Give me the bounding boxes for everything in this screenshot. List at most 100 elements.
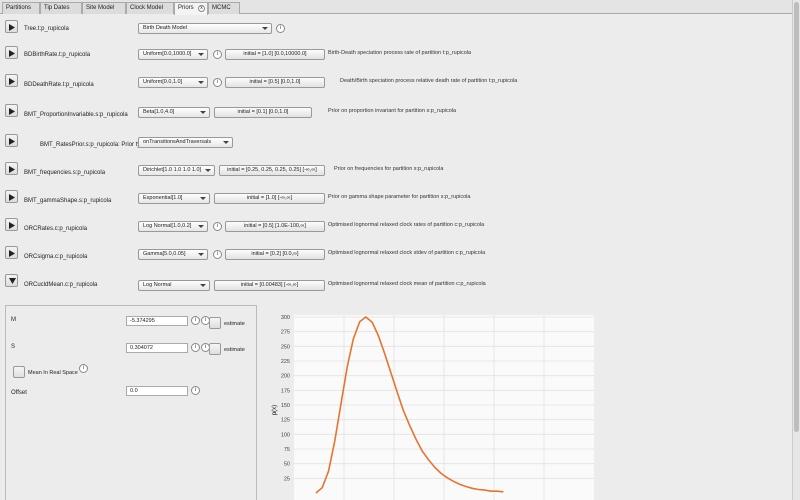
mean-in-real-space-label: Mean In Real Space	[28, 370, 78, 376]
tab-clock-model[interactable]: Clock Model	[126, 2, 174, 14]
y-tick-label: 275	[281, 330, 290, 336]
info-icon[interactable]: i	[79, 364, 88, 373]
expand-button[interactable]	[5, 246, 18, 259]
close-icon[interactable]: x	[198, 5, 205, 12]
chevron-down-icon	[198, 81, 204, 84]
select-value: Dirichlet[1.0 1.0 1.0 1.0]	[143, 167, 202, 173]
y-tick-label: 125	[281, 418, 290, 424]
triangle-right-icon	[9, 166, 15, 173]
m-estimate-checkbox[interactable]	[209, 317, 221, 329]
prior-type-select[interactable]: onTransitionsAndTraversals	[138, 137, 233, 148]
expand-button[interactable]	[5, 190, 18, 203]
tab-label: Tip Dates	[44, 5, 70, 11]
prior-label: BMT_frequencies.s:p_rupicola	[24, 170, 106, 176]
prior-label: BDBirthRate.t:p_rupicola	[24, 52, 91, 58]
expand-button[interactable]	[5, 74, 18, 87]
y-axis-label: p(x)	[272, 405, 278, 415]
y-tick-label: 100	[281, 432, 290, 438]
triangle-right-icon	[9, 222, 15, 229]
prior-row: Tree.t:p_rupicola Birth Death Model i	[0, 18, 800, 40]
scrollbar-thumb[interactable]	[794, 2, 799, 432]
m-input[interactable]: -5.374295	[126, 316, 188, 326]
initial-value-button[interactable]: initial = [0.25, 0.25, 0.25, 0.25] [-∞,∞…	[219, 165, 325, 176]
prior-description: Optimised lognormal relaxed clock stdev …	[328, 250, 486, 256]
s-input[interactable]: 0.304072	[126, 343, 188, 353]
info-icon[interactable]: i	[191, 386, 200, 395]
distribution-select[interactable]: Log Normal	[138, 280, 210, 291]
prior-description: Optimised lognormal relaxed clock rates …	[328, 222, 485, 228]
y-tick-label: 150	[281, 403, 290, 409]
distribution-select[interactable]: Uniform[0.0,1000.0]	[138, 49, 208, 60]
tab-label: Partitions	[6, 5, 32, 11]
tab-partitions[interactable]: Partitions	[2, 2, 40, 14]
distribution-select[interactable]: Dirichlet[1.0 1.0 1.0 1.0]	[138, 165, 215, 176]
initial-value-button[interactable]: initial = [0.2] [0.0,∞]	[225, 249, 325, 260]
distribution-select[interactable]: Birth Death Model	[138, 23, 272, 34]
tab-label: Priors	[178, 5, 194, 11]
expand-button[interactable]	[5, 218, 18, 231]
select-value: Log Normal[1.0,0.2]	[143, 223, 192, 229]
select-value: Gamma[5.0,0.05]	[143, 251, 186, 257]
tab-priors[interactable]: Priors x	[174, 2, 208, 15]
prior-row: ORCRates.c:p_rupicola Log Normal[1.0,0.2…	[0, 216, 800, 238]
prior-label: ORCRates.c:p_rupicola	[24, 226, 88, 232]
distribution-select[interactable]: Beta[1.0,4.0]	[138, 107, 210, 118]
y-tick-label: 200	[281, 374, 290, 380]
tab-site-model[interactable]: Site Model	[82, 2, 126, 14]
expand-button[interactable]	[5, 134, 18, 147]
distribution-select[interactable]: Exponential[1.0]	[138, 193, 210, 204]
s-estimate-checkbox[interactable]	[209, 343, 221, 355]
triangle-right-icon	[9, 194, 15, 201]
initial-value-button[interactable]: initial = [0.00483] [-∞,∞]	[214, 280, 325, 291]
triangle-right-icon	[9, 50, 15, 57]
tab-mcmc[interactable]: MCMC	[208, 2, 240, 14]
info-icon[interactable]: i	[213, 50, 222, 59]
vertical-scrollbar[interactable]	[792, 0, 800, 500]
expand-button[interactable]	[5, 162, 18, 175]
distribution-select[interactable]: Gamma[5.0,0.05]	[138, 249, 208, 260]
info-icon[interactable]: i	[213, 222, 222, 231]
estimate-label: estimate	[224, 347, 245, 353]
expand-button[interactable]	[5, 20, 18, 33]
prior-row: BMT_gammaShape.s:p_rupicola Exponential[…	[0, 188, 800, 210]
triangle-right-icon	[9, 250, 15, 257]
mean-in-real-space-checkbox[interactable]	[13, 366, 25, 378]
info-icon[interactable]: i	[213, 250, 222, 259]
distribution-select[interactable]: Uniform[0.0,1.0]	[138, 77, 208, 88]
tab-label: MCMC	[212, 5, 231, 11]
collapse-button[interactable]	[5, 274, 18, 287]
prior-label: BMT_RatesPrior.s:p_rupicola: Prior type	[40, 142, 148, 148]
info-icon[interactable]: i	[191, 316, 200, 325]
info-icon[interactable]: i	[213, 78, 222, 87]
offset-input[interactable]: 0.0	[126, 386, 188, 396]
expand-button[interactable]	[5, 104, 18, 117]
initial-value-button[interactable]: initial = [1.0] [-∞,∞]	[214, 193, 325, 204]
expand-button[interactable]	[5, 46, 18, 59]
prior-description: Birth-Death speciation process rate of p…	[328, 50, 472, 56]
tab-tip-dates[interactable]: Tip Dates	[40, 2, 82, 14]
chevron-down-icon	[205, 169, 211, 172]
tab-label: Site Model	[86, 5, 115, 11]
initial-value-button[interactable]: initial = [0.5] [1.0E-100,∞]	[225, 221, 325, 232]
prior-description: Prior on gamma shape parameter for parti…	[328, 194, 471, 200]
s-label: S	[11, 344, 16, 350]
chevron-down-icon	[198, 225, 204, 228]
select-value: Log Normal	[143, 282, 172, 288]
chevron-down-icon	[262, 27, 268, 30]
select-value: Uniform[0.0,1.0]	[143, 79, 183, 85]
chevron-down-icon	[198, 253, 204, 256]
prior-row: ORCsigma.c:p_rupicola Gamma[5.0,0.05] i …	[0, 244, 800, 266]
info-icon[interactable]: i	[191, 343, 200, 352]
initial-value-button[interactable]: initial = [0.5] [0.0,1.0]	[225, 77, 325, 88]
prior-row: BMT_RatesPrior.s:p_rupicola: Prior type …	[0, 132, 800, 154]
triangle-right-icon	[9, 138, 15, 145]
estimate-label: estimate	[224, 321, 245, 327]
info-icon[interactable]: i	[276, 24, 285, 33]
prior-label: ORCucldMean.c:p_rupicola	[24, 282, 98, 288]
prior-row: BMT_frequencies.s:p_rupicola Dirichlet[1…	[0, 160, 800, 182]
initial-value-button[interactable]: initial = [0.1] [0.0,1.0]	[214, 107, 312, 118]
initial-value-button[interactable]: initial = [1.0] [0.0,10000.0]	[225, 49, 325, 60]
y-tick-label: 75	[284, 447, 290, 453]
distribution-select[interactable]: Log Normal[1.0,0.2]	[138, 221, 208, 232]
chevron-down-icon	[223, 141, 229, 144]
